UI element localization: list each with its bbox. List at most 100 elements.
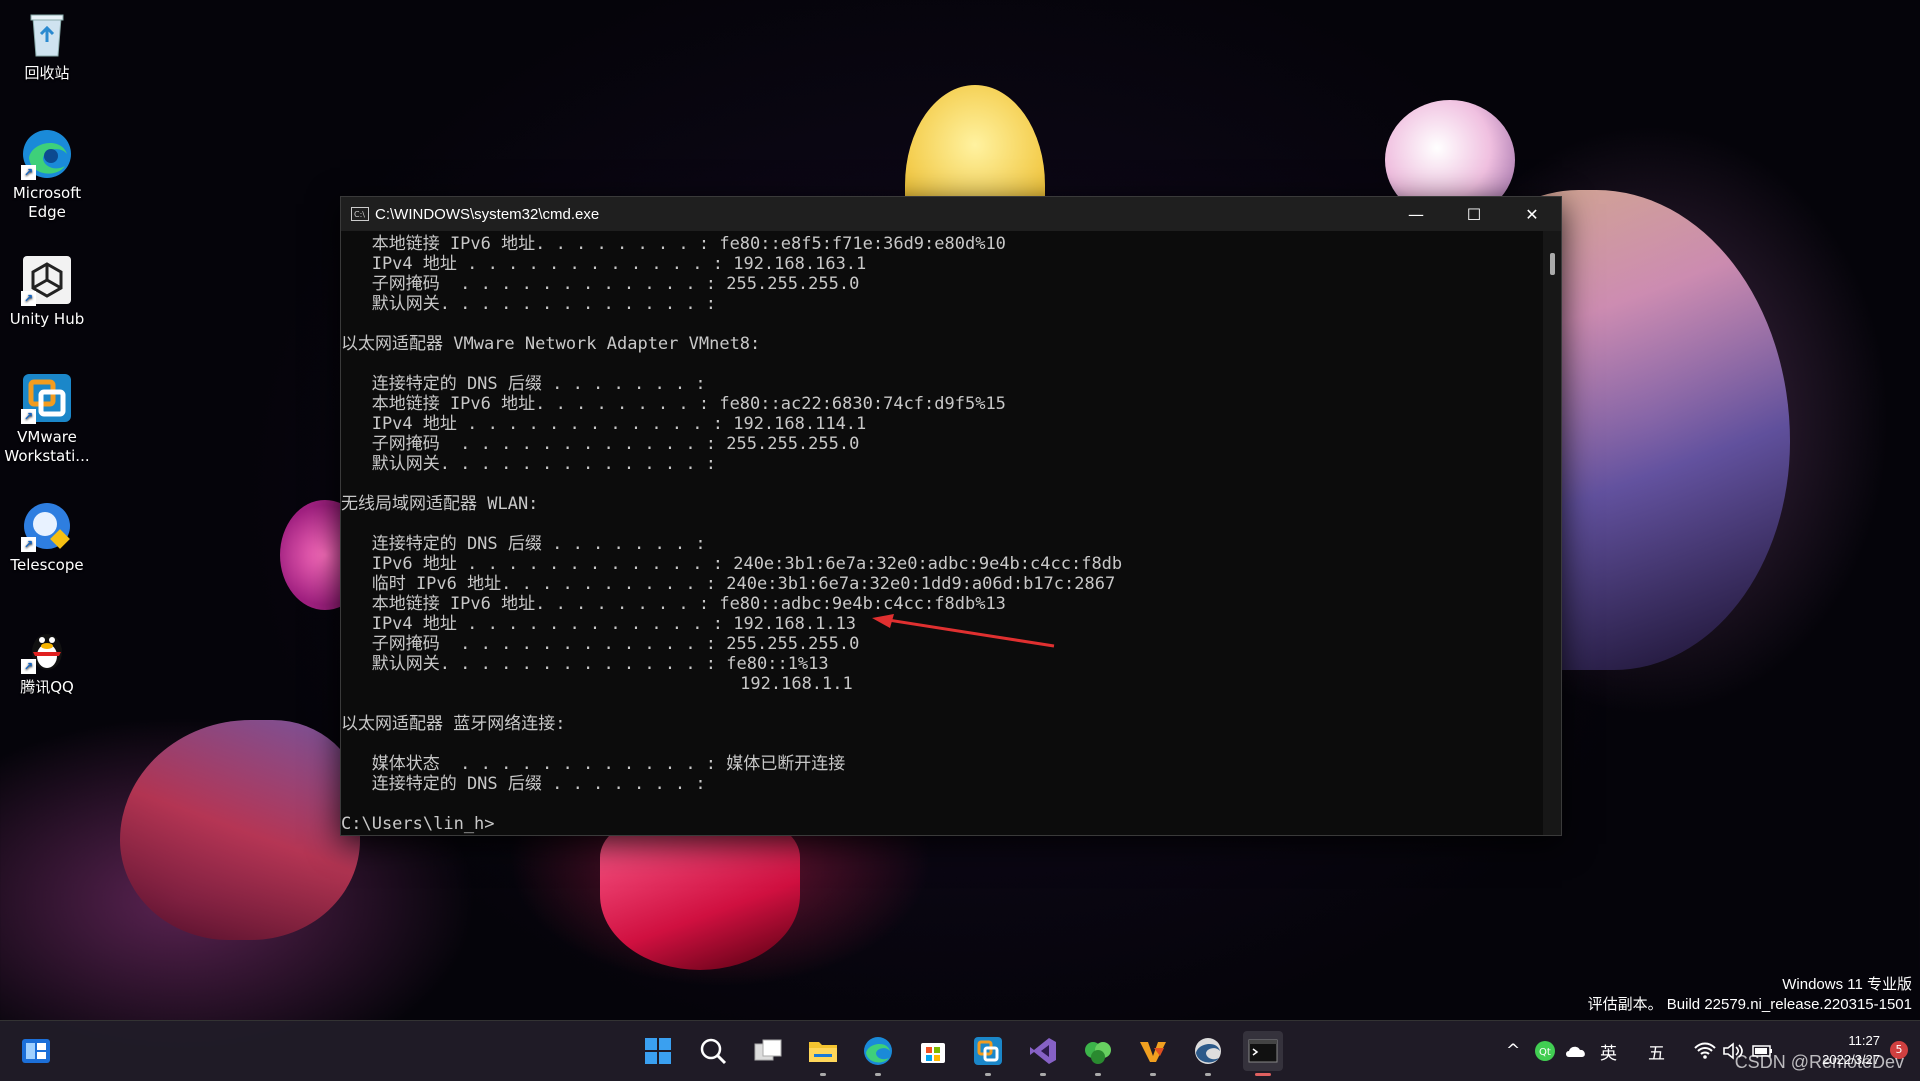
desktop-icon-label: Unity Hub [9, 310, 85, 328]
taskbar-vmware[interactable] [968, 1031, 1008, 1076]
qq-penguin-icon: ↗ [21, 622, 73, 674]
desktop-icon-label: 回收站 [24, 64, 70, 82]
desktop-icon-unity-hub[interactable]: ↗ Unity Hub [2, 254, 92, 329]
vmware-icon: ↗ [21, 372, 73, 424]
taskbar: ^ Qt 英 五 11:27 2022/3/27 [0, 1020, 1920, 1081]
green-app-icon [1085, 1042, 1111, 1064]
console-line: 子网掩码 . . . . . . . . . . . . : 255.255.2… [341, 274, 860, 294]
desktop-icon-vmware-workstation[interactable]: ↗ VMware Workstati... [2, 372, 92, 466]
cmd-app-icon: C:\ [351, 207, 369, 221]
desktop-icon-tencent-qq[interactable]: ↗ 腾讯QQ [2, 622, 92, 697]
scrollbar-thumb[interactable] [1550, 253, 1555, 275]
csdn-credit-overlay: CSDN @RemoteDev [1734, 1052, 1904, 1072]
console-line: 媒体状态 . . . . . . . . . . . . : 媒体已断开连接 [341, 754, 846, 774]
tray-onedrive-icon[interactable] [1564, 1021, 1588, 1081]
ime-mode-label: 五 [1648, 1043, 1665, 1064]
recycle-bin-icon [21, 8, 73, 60]
cloud-icon [1566, 1046, 1585, 1057]
shortcut-arrow-icon: ↗ [21, 165, 36, 180]
windows-start-icon [645, 1038, 671, 1064]
console-line: 连接特定的 DNS 后缀 . . . . . . . : [341, 774, 706, 794]
taskbar-edge-dev[interactable] [1188, 1031, 1228, 1076]
taskbar-microsoft-store[interactable] [913, 1031, 953, 1071]
search-icon [700, 1038, 727, 1065]
maximize-button[interactable]: ☐ [1445, 197, 1503, 231]
cmd-window[interactable]: C:\ C:\WINDOWS\system32\cmd.exe — ☐ ✕ 本地… [340, 196, 1562, 836]
console-line: IPv4 地址 . . . . . . . . . . . . : 192.16… [341, 254, 867, 274]
console-line: IPv4 地址 . . . . . . . . . . . . : 192.16… [341, 414, 867, 434]
shortcut-arrow-icon: ↗ [21, 291, 36, 306]
console-line: 默认网关. . . . . . . . . . . . . : [341, 294, 717, 314]
store-icon [921, 1043, 945, 1063]
console-line: 本地链接 IPv6 地址. . . . . . . . : fe80::e8f5… [341, 234, 1006, 254]
shortcut-arrow-icon: ↗ [21, 409, 36, 424]
tray-wifi-icon[interactable] [1694, 1021, 1716, 1081]
vmware-icon [974, 1037, 1002, 1065]
widgets-icon [22, 1039, 50, 1063]
console-line: 连接特定的 DNS 后缀 . . . . . . . : [341, 534, 706, 554]
qt-icon: Qt [1535, 1041, 1555, 1061]
console-line: 本地链接 IPv6 地址. . . . . . . . : fe80::adbc… [341, 594, 1006, 614]
visual-studio-icon [1030, 1038, 1056, 1064]
taskbar-widgets[interactable] [16, 1031, 56, 1071]
desktop-icon-microsoft-edge[interactable]: ↗ Microsoft Edge [2, 128, 92, 222]
wallpaper-shape [600, 820, 800, 970]
orange-v-icon [1140, 1042, 1166, 1062]
clock-time: 11:27 [1848, 1033, 1880, 1048]
taskbar-vs-orange[interactable] [1133, 1031, 1173, 1076]
unity-hub-icon: ↗ [21, 254, 73, 306]
taskbar-edge[interactable] [858, 1031, 898, 1076]
wifi-icon [1694, 1042, 1716, 1059]
chevron-up-icon: ^ [1506, 1041, 1521, 1061]
console-line: C:\Users\lin_h> [341, 814, 495, 834]
edge-icon [864, 1037, 892, 1065]
taskbar-visual-studio[interactable] [1023, 1031, 1063, 1076]
svg-text:Qt: Qt [1539, 1047, 1551, 1058]
windows-watermark: Windows 11 专业版 评估副本。 Build 22579.ni_rele… [1588, 975, 1912, 1015]
console-line: 本地链接 IPv6 地址. . . . . . . . : fe80::ac22… [341, 394, 1006, 414]
ime-language-label: 英 [1600, 1043, 1617, 1064]
running-indicator [1040, 1073, 1046, 1076]
tray-overflow-button[interactable]: ^ [1506, 1021, 1520, 1081]
console-line: 以太网适配器 蓝牙网络连接: [341, 714, 566, 734]
console-line: 子网掩码 . . . . . . . . . . . . : 255.255.2… [341, 434, 860, 454]
console-line: 无线局域网适配器 WLAN: [341, 494, 539, 514]
running-indicator [820, 1073, 826, 1076]
shortcut-arrow-icon: ↗ [21, 537, 36, 552]
edge-dev-icon [1195, 1038, 1221, 1064]
scrollbar[interactable] [1543, 231, 1561, 835]
console-line: 连接特定的 DNS 后缀 . . . . . . . : [341, 374, 706, 394]
watermark-edition: Windows 11 专业版 [1782, 976, 1912, 993]
wallpaper-shape [120, 720, 360, 940]
desktop-icon-label: Microsoft Edge [12, 184, 82, 221]
minimize-button[interactable]: — [1387, 197, 1445, 231]
edge-icon: ↗ [21, 128, 73, 180]
watermark-build: 评估副本。 Build 22579.ni_release.220315-1501 [1587, 996, 1912, 1013]
desktop-icon-recycle-bin[interactable]: 回收站 [2, 8, 92, 83]
folder-icon [809, 1042, 837, 1062]
taskbar-green-app[interactable] [1078, 1031, 1118, 1076]
console-line: 临时 IPv6 地址. . . . . . . . . . : 240e:3b1… [341, 574, 1116, 594]
tray-ime-language[interactable]: 英 [1600, 1021, 1617, 1081]
tray-ime-mode[interactable]: 五 [1648, 1021, 1665, 1081]
console-line: 192.168.1.1 [341, 674, 853, 694]
taskbar-file-explorer[interactable] [803, 1031, 843, 1076]
running-indicator [1095, 1073, 1101, 1076]
desktop-icon-telescope[interactable]: ↗ Telescope [2, 500, 92, 575]
console-line: 默认网关. . . . . . . . . . . . . : [341, 454, 717, 474]
window-titlebar[interactable]: C:\ C:\WINDOWS\system32\cmd.exe — ☐ ✕ [341, 197, 1561, 231]
taskbar-task-view[interactable] [748, 1031, 788, 1071]
close-button[interactable]: ✕ [1503, 197, 1561, 231]
taskbar-start[interactable] [638, 1031, 678, 1071]
taskbar-terminal[interactable] [1243, 1031, 1283, 1076]
console-line: 以太网适配器 VMware Network Adapter VMnet8: [341, 334, 761, 354]
console-output[interactable]: 本地链接 IPv6 地址. . . . . . . . : fe80::e8f5… [341, 231, 1543, 835]
taskbar-search[interactable] [693, 1031, 733, 1071]
tray-qt-icon[interactable]: Qt [1534, 1021, 1556, 1081]
shortcut-arrow-icon: ↗ [21, 659, 36, 674]
window-title: C:\WINDOWS\system32\cmd.exe [375, 205, 600, 223]
desktop-icon-label: VMware Workstati... [4, 428, 90, 465]
